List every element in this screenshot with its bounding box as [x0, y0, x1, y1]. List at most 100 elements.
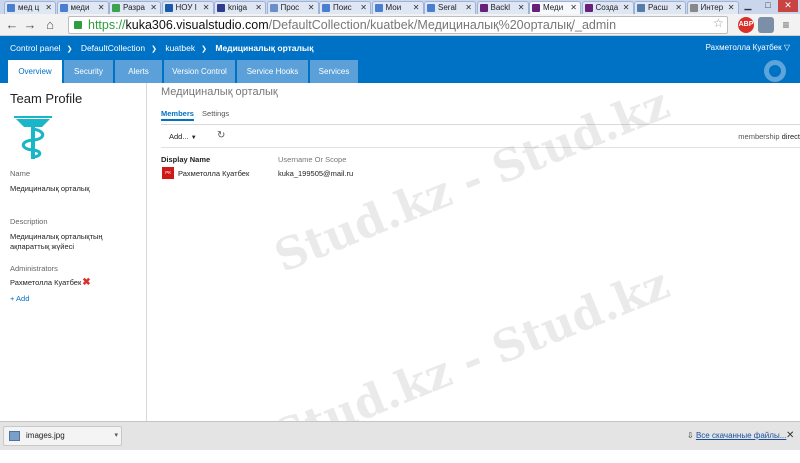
table-row[interactable]: РК Рахметолла Куатбек kuka_199505@mail.r…: [161, 167, 561, 181]
download-bar: images.jpg ▾ ⇩ Все скачанные файлы... ✕: [0, 421, 800, 450]
tab-alerts[interactable]: Alerts: [115, 60, 162, 83]
browser-tab[interactable]: Меди ✕: [529, 1, 581, 14]
browser-tab[interactable]: Созда ✕: [581, 1, 634, 14]
column-header-username[interactable]: Username Or Scope: [278, 155, 790, 164]
refresh-icon[interactable]: ↻: [217, 130, 225, 141]
browser-tab-label: НОУ І: [175, 3, 197, 12]
close-tab-icon[interactable]: ✕: [570, 2, 577, 13]
browser-tab[interactable]: Расш ✕: [634, 1, 686, 14]
breadcrumb: Control panel ❯ DefaultCollection ❯ kuatbe…: [10, 43, 313, 53]
breadcrumb-collection[interactable]: DefaultCollection: [81, 43, 145, 53]
url-scheme: https://: [88, 18, 126, 32]
browser-tab[interactable]: kniga ✕: [214, 1, 266, 14]
download-filename: images.jpg: [26, 431, 65, 440]
show-all-downloads-link[interactable]: ⇩ Все скачанные файлы...: [687, 431, 786, 440]
medical-logo: [14, 116, 52, 159]
maximize-icon[interactable]: □: [758, 0, 778, 12]
favicon-icon: [532, 4, 540, 12]
tab-settings[interactable]: Settings: [202, 109, 229, 118]
add-button-label: Add...: [169, 132, 189, 141]
home-icon[interactable]: ⌂: [42, 17, 58, 33]
browser-tab-label: kniga: [228, 3, 248, 12]
browser-tab[interactable]: мед ц ✕: [4, 1, 56, 14]
extension-icon[interactable]: [758, 17, 774, 33]
browser-tab-strip: мед ц ✕ меди ✕ Разра ✕ НОУ І ✕ kniga ✕ Прос ✕ Поис ✕ М…: [0, 0, 800, 14]
browser-tab[interactable]: Seral ✕: [424, 1, 476, 14]
browser-tab[interactable]: Поис ✕: [319, 1, 371, 14]
membership-filter[interactable]: membership direct: [738, 132, 800, 141]
close-tab-icon[interactable]: ✕: [728, 2, 735, 13]
main-content: Медициналық орталық Members Settings Add…: [148, 83, 800, 421]
chevron-right-icon: ❯: [201, 46, 207, 53]
tab-members[interactable]: Members: [161, 109, 194, 121]
close-tab-icon[interactable]: ✕: [255, 2, 262, 13]
close-tab-icon[interactable]: ✕: [360, 2, 367, 13]
bookmark-star-icon[interactable]: ☆: [713, 16, 724, 30]
add-admin-link[interactable]: + Add: [10, 294, 29, 303]
browser-tab-label: меди: [70, 3, 90, 12]
favicon-icon: [269, 4, 278, 12]
favicon-icon: [164, 4, 173, 12]
close-tab-icon[interactable]: ✕: [45, 2, 52, 13]
minimize-icon[interactable]: ▁: [738, 0, 758, 12]
tab-services[interactable]: Services: [310, 60, 358, 83]
browser-tab-label: Разра: [123, 3, 145, 12]
chevron-down-icon[interactable]: ▾: [114, 431, 118, 439]
add-member-button[interactable]: Add... ▼: [169, 132, 197, 141]
member-username: kuka_199505@mail.ru: [278, 169, 354, 178]
caret-down-icon: ▼: [190, 135, 197, 141]
menu-icon[interactable]: ≡: [778, 17, 794, 33]
back-icon[interactable]: ←: [4, 17, 20, 33]
description-label: Description: [10, 217, 48, 226]
address-bar[interactable]: https://kuka306.visualstudio.com/Default…: [68, 16, 728, 34]
close-tab-icon[interactable]: ✕: [98, 2, 105, 13]
tab-service-hooks[interactable]: Service Hooks: [237, 60, 308, 83]
adblock-extension-icon[interactable]: ABP: [738, 17, 754, 33]
column-header-display-name[interactable]: Display Name: [161, 155, 210, 164]
browser-tab-label: Меди: [543, 3, 564, 12]
admin-name: Рахметолла Куатбек: [10, 278, 82, 287]
browser-tab[interactable]: Мои ✕: [371, 1, 424, 14]
browser-tab[interactable]: Интер ✕: [686, 1, 739, 14]
favicon-icon: [374, 4, 383, 12]
breadcrumb-project[interactable]: kuatbek: [165, 43, 195, 53]
remove-admin-icon[interactable]: ✖: [82, 277, 90, 288]
user-menu[interactable]: Рахметолла Куатбек ▽: [706, 43, 790, 52]
close-tab-icon[interactable]: ✕: [518, 2, 525, 13]
close-tab-icon[interactable]: ✕: [203, 2, 210, 13]
tab-version-control[interactable]: Version Control: [164, 60, 235, 83]
tab-security[interactable]: Security: [64, 60, 113, 83]
url-host: kuka306.visualstudio.com: [125, 18, 269, 32]
breadcrumb-control-panel[interactable]: Control panel: [10, 43, 61, 53]
admin-entry: Рахметолла Куатбек✖: [10, 278, 140, 288]
page-title: Медициналық орталық: [161, 86, 278, 98]
close-tab-icon[interactable]: ✕: [623, 2, 630, 13]
browser-tab[interactable]: меди ✕: [56, 1, 109, 14]
browser-tab[interactable]: Backl ✕: [476, 1, 529, 14]
browser-tab[interactable]: Разра ✕: [109, 1, 161, 14]
browser-toolbar: ← → ⌂ https://kuka306.visualstudio.com/D…: [0, 14, 800, 36]
image-file-icon: [9, 431, 20, 441]
url-path: /DefaultCollection/kuatbek/Медициналық%2…: [268, 18, 617, 32]
forward-icon[interactable]: →: [22, 17, 38, 33]
favicon-icon: [427, 4, 435, 12]
close-tab-icon[interactable]: ✕: [308, 2, 315, 13]
close-tab-icon[interactable]: ✕: [465, 2, 472, 13]
tab-overview[interactable]: Overview: [8, 60, 62, 83]
close-tab-icon[interactable]: ✕: [150, 2, 157, 13]
favicon-icon: [479, 4, 488, 12]
download-item[interactable]: images.jpg ▾: [3, 426, 122, 446]
browser-tab-label: Прос: [280, 3, 300, 12]
close-window-icon[interactable]: ✕: [778, 0, 798, 12]
chevron-right-icon: ❯: [151, 46, 157, 53]
chevron-right-icon: ❯: [66, 46, 73, 53]
name-label: Name: [10, 169, 31, 178]
close-tab-icon[interactable]: ✕: [413, 2, 420, 13]
user-name: Рахметолла Куатбек: [705, 43, 782, 52]
breadcrumb-team: Медициналық орталық: [215, 43, 314, 53]
close-tab-icon[interactable]: ✕: [675, 2, 682, 13]
close-download-bar-icon[interactable]: ✕: [786, 430, 794, 441]
browser-tab[interactable]: Прос ✕: [266, 1, 319, 14]
browser-tab[interactable]: НОУ І ✕: [161, 1, 214, 14]
favicon-icon: [217, 4, 225, 12]
